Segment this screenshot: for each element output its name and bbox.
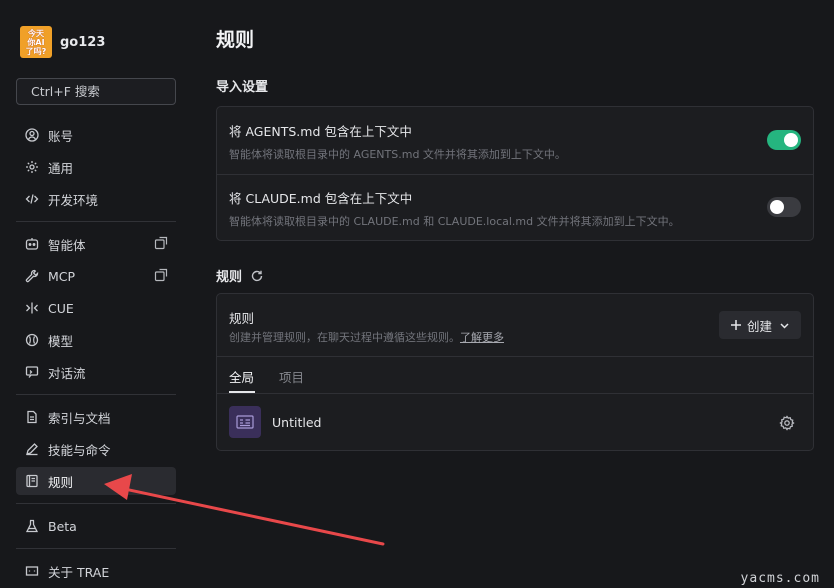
refresh-icon[interactable] <box>250 269 264 283</box>
chevron-down-icon <box>779 320 790 331</box>
profile[interactable]: 今天 你AI 了吗? go123 <box>20 26 105 58</box>
sidebar-item-label: Beta <box>48 518 77 534</box>
claude-md-toggle[interactable] <box>767 197 801 217</box>
username: go123 <box>60 34 106 50</box>
external-link-icon[interactable] <box>154 268 168 282</box>
claude-md-row: 将 CLAUDE.md 包含在上下文中 智能体将读取根目录中的 CLAUDE.m… <box>217 174 813 241</box>
rules-heading-label: 规则 <box>216 270 243 285</box>
robot-icon <box>24 236 40 252</box>
code-icon <box>24 191 40 207</box>
page-title: 规则 <box>216 29 255 51</box>
agents-md-toggle[interactable] <box>767 130 801 150</box>
sidebar-divider <box>16 394 176 395</box>
import-settings-card: 将 AGENTS.md 包含在上下文中 智能体将读取根目录中的 AGENTS.m… <box>216 106 814 241</box>
sidebar-item-label: 开发环境 <box>48 192 99 208</box>
avatar-text-1: 今天 <box>28 28 44 38</box>
flask-icon <box>24 518 40 534</box>
plus-icon <box>730 319 742 331</box>
sidebar-divider <box>16 503 176 504</box>
sidebar-item-mcp[interactable]: MCP <box>16 262 176 290</box>
sidebar-item-dev-env[interactable]: 开发环境 <box>16 185 176 213</box>
external-link-icon[interactable] <box>154 236 168 250</box>
cue-icon <box>24 300 40 316</box>
sidebar-item-account[interactable]: 账号 <box>16 121 176 149</box>
wrench-icon <box>24 268 40 284</box>
sidebar-item-label: 索引与文档 <box>48 410 111 426</box>
toggle-knob <box>770 200 784 214</box>
trae-logo-icon <box>24 563 40 579</box>
sidebar-item-label: 通用 <box>48 160 74 176</box>
avatar: 今天 你AI 了吗? <box>20 26 52 58</box>
avatar-text-3: 了吗? <box>25 46 47 56</box>
rules-card-desc: 创建并管理规则，在聊天过程中遵循这些规则。了解更多 <box>229 329 504 345</box>
sidebar-item-label: 规则 <box>48 474 74 490</box>
sidebar-item-conversation-flow[interactable]: 对话流 <box>16 358 176 386</box>
book-icon <box>24 473 40 489</box>
sidebar-item-about[interactable]: 关于 TRAE <box>16 557 176 585</box>
create-button-label: 创建 <box>746 318 772 334</box>
sidebar-item-label: 技能与命令 <box>48 442 111 458</box>
gear-icon <box>24 159 40 175</box>
list-item[interactable]: Untitled <box>217 394 813 452</box>
pencil-icon <box>24 441 40 457</box>
sidebar-item-rules[interactable]: 规则 <box>16 467 176 495</box>
claude-md-desc: 智能体将读取根目录中的 CLAUDE.md 和 CLAUDE.local.md … <box>229 215 680 228</box>
sidebar-item-label: 账号 <box>48 128 74 144</box>
sidebar-item-skills-commands[interactable]: 技能与命令 <box>16 435 176 463</box>
create-button[interactable]: 创建 <box>719 311 801 339</box>
sidebar-divider <box>16 221 176 222</box>
learn-more-link[interactable]: 了解更多 <box>460 331 504 344</box>
rules-card-title: 规则 <box>229 311 255 326</box>
tab-project[interactable]: 项目 <box>279 367 304 386</box>
sidebar-divider <box>16 548 176 549</box>
agents-md-desc: 智能体将读取根目录中的 AGENTS.md 文件并将其添加到上下文中。 <box>229 148 566 161</box>
agents-md-row: 将 AGENTS.md 包含在上下文中 智能体将读取根目录中的 AGENTS.m… <box>217 107 813 174</box>
sidebar-item-label: 对话流 <box>48 365 86 381</box>
sidebar-item-label: 模型 <box>48 333 74 349</box>
claude-md-title: 将 CLAUDE.md 包含在上下文中 <box>229 191 413 206</box>
sidebar-item-label: 关于 TRAE <box>48 564 110 580</box>
sidebar-item-beta[interactable]: Beta <box>16 512 176 540</box>
sidebar-item-general[interactable]: 通用 <box>16 153 176 181</box>
chat-icon <box>24 364 40 380</box>
gear-icon[interactable] <box>779 415 795 431</box>
rules-heading: 规则 <box>216 266 264 285</box>
rules-card: 规则 创建并管理规则，在聊天过程中遵循这些规则。了解更多 创建 全局 项目 Un… <box>216 293 814 451</box>
avatar-text-2: 你AI <box>27 37 45 47</box>
import-settings-heading: 导入设置 <box>216 80 269 95</box>
sidebar-item-index-docs[interactable]: 索引与文档 <box>16 403 176 431</box>
sidebar-item-models[interactable]: 模型 <box>16 326 176 354</box>
sidebar-item-label: CUE <box>48 300 74 316</box>
user-icon <box>24 127 40 143</box>
rule-file-icon <box>229 406 261 438</box>
watermark: yacms.com <box>740 571 820 586</box>
sidebar-item-agents[interactable]: 智能体 <box>16 230 176 258</box>
sidebar-item-label: MCP <box>48 268 76 284</box>
rule-name: Untitled <box>272 415 322 430</box>
model-icon <box>24 332 40 348</box>
toggle-knob <box>784 133 798 147</box>
document-icon <box>24 409 40 425</box>
sidebar-item-label: 智能体 <box>48 237 86 253</box>
search-input[interactable]: Ctrl+F 搜索 <box>16 78 176 105</box>
sidebar-item-cue[interactable]: CUE <box>16 294 176 322</box>
sidebar: 今天 你AI 了吗? go123 Ctrl+F 搜索 账号 通用 开发环境 智能… <box>0 0 192 588</box>
agents-md-title: 将 AGENTS.md 包含在上下文中 <box>229 124 412 139</box>
card-divider <box>217 356 813 357</box>
tab-global[interactable]: 全局 <box>229 367 254 386</box>
rules-card-desc-text: 创建并管理规则，在聊天过程中遵循这些规则。 <box>229 331 460 344</box>
